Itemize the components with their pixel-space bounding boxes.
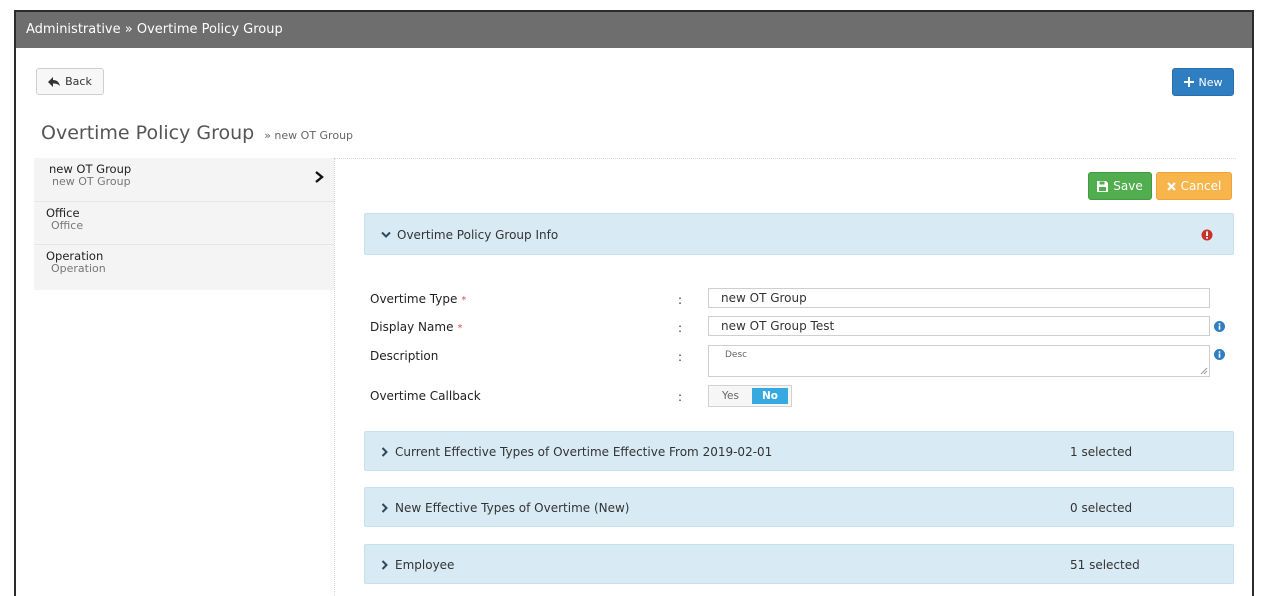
overtime-type-label: Overtime Type *	[370, 292, 466, 306]
cancel-button[interactable]: Cancel	[1156, 172, 1232, 200]
section-count: 0 selected	[1070, 501, 1133, 515]
overtime-type-label-text: Overtime Type	[370, 292, 458, 306]
required-marker: *	[461, 295, 467, 306]
description-textarea[interactable]: Desc	[708, 345, 1210, 377]
sidebar-item-sublabel: new OT Group	[52, 175, 131, 188]
save-button[interactable]: Save	[1088, 172, 1152, 200]
toggle-no-option[interactable]: No	[752, 388, 788, 404]
description-placeholder: Desc	[725, 350, 748, 360]
arrow-left-icon	[48, 76, 61, 87]
page-subtitle: » new OT Group	[264, 129, 354, 142]
section-title: Current Effective Types of Overtime Effe…	[395, 445, 773, 459]
chevron-right-icon	[381, 447, 388, 457]
colon: :	[678, 390, 683, 404]
chevron-right-icon	[315, 171, 324, 183]
floppy-disk-icon	[1097, 180, 1109, 192]
section-count: 51 selected	[1070, 558, 1140, 572]
overtime-type-input[interactable]: new OT Group	[708, 288, 1210, 308]
resize-handle-icon[interactable]	[1200, 367, 1208, 375]
chevron-down-icon	[381, 231, 391, 238]
app-window: Administrative » Overtime Policy Group B…	[14, 10, 1254, 596]
chevron-right-icon	[381, 560, 388, 570]
current-effective-types-panel[interactable]: Current Effective Types of Overtime Effe…	[364, 431, 1234, 471]
sidebar-item-sublabel: Operation	[51, 262, 106, 275]
back-button-label: Back	[65, 75, 92, 88]
new-button[interactable]: New	[1172, 68, 1234, 96]
info-panel-title: Overtime Policy Group Info	[397, 228, 559, 242]
section-title: New Effective Types of Overtime (New)	[395, 501, 630, 515]
info-panel-header[interactable]: Overtime Policy Group Info	[364, 213, 1234, 255]
info-circle-icon[interactable]	[1214, 349, 1225, 360]
colon: :	[678, 350, 683, 364]
sidebar-item-sublabel: Office	[51, 219, 84, 232]
display-name-label: Display Name *	[370, 320, 462, 334]
sidebar: new OT Group new OT Group Office Office …	[34, 158, 334, 290]
info-circle-icon[interactable]	[1214, 321, 1225, 332]
colon: :	[678, 321, 683, 335]
sidebar-item-office[interactable]: Office Office	[34, 202, 334, 245]
sidebar-item-operation[interactable]: Operation Operation	[34, 245, 334, 290]
exclamation-circle-icon	[1201, 229, 1213, 241]
new-button-label: New	[1198, 75, 1223, 89]
cancel-button-label: Cancel	[1180, 179, 1222, 193]
section-title: Employee	[395, 558, 455, 572]
divider	[334, 158, 1236, 159]
back-button[interactable]: Back	[36, 68, 104, 95]
description-label: Description	[370, 349, 439, 363]
display-name-input[interactable]: new OT Group Test	[708, 316, 1210, 336]
column-divider	[334, 158, 335, 596]
sidebar-item-label: Office	[46, 206, 80, 220]
sidebar-item-new-ot-group[interactable]: new OT Group new OT Group	[34, 158, 334, 202]
chevron-right-icon	[381, 503, 388, 513]
display-name-label-text: Display Name	[370, 320, 454, 334]
overtime-callback-label: Overtime Callback	[370, 389, 481, 403]
colon: :	[678, 293, 683, 307]
x-icon	[1166, 181, 1176, 191]
employee-panel[interactable]: Employee 51 selected	[364, 544, 1234, 584]
page-title-text: Overtime Policy Group	[41, 122, 255, 144]
section-count: 1 selected	[1070, 445, 1133, 459]
save-button-label: Save	[1113, 179, 1143, 193]
breadcrumb: Administrative » Overtime Policy Group	[16, 12, 1252, 48]
plus-icon	[1183, 77, 1194, 87]
toggle-yes-option[interactable]: Yes	[709, 386, 752, 406]
required-marker: *	[457, 323, 463, 334]
overtime-callback-toggle[interactable]: Yes No	[708, 385, 792, 407]
new-effective-types-panel[interactable]: New Effective Types of Overtime (New) 0 …	[364, 487, 1234, 527]
page-title: Overtime Policy Group » new OT Group	[41, 122, 353, 144]
